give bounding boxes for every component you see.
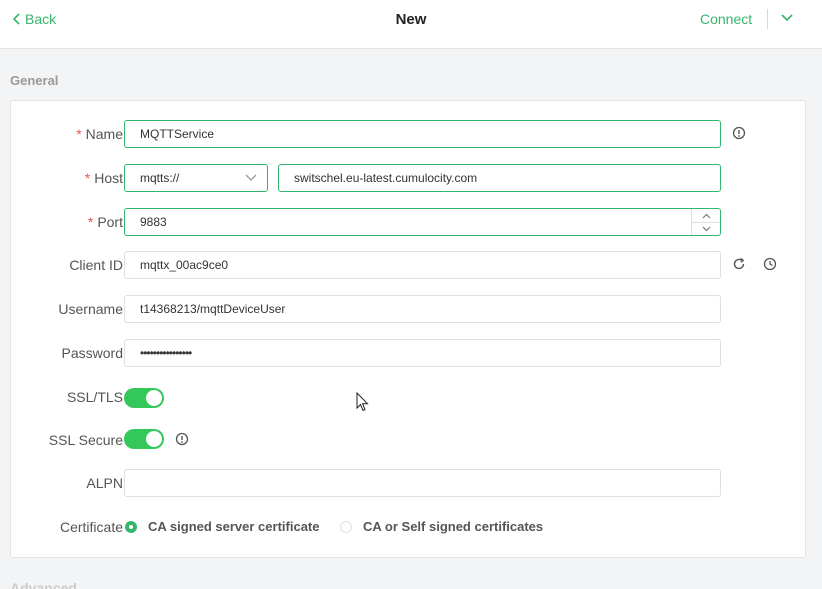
general-settings-card: * Name MQTTService * Host mqtts:// switsch…	[10, 100, 806, 558]
required-mark: *	[87, 214, 94, 230]
host-input[interactable]: switschel.eu-latest.cumulocity.com	[278, 164, 721, 192]
certificate-label: Certificate	[59, 519, 123, 535]
clock-icon[interactable]	[763, 257, 777, 271]
password-input[interactable]: ••••••••••••••••	[124, 339, 721, 367]
next-section-title-clip: Advanced	[10, 580, 110, 589]
chevron-down-icon[interactable]	[780, 13, 794, 23]
chevron-up-icon	[702, 213, 710, 218]
radio-label-ca-signed[interactable]: CA signed server certificate	[148, 519, 319, 534]
name-input[interactable]: MQTTService	[124, 120, 721, 148]
page-title: New	[395, 11, 427, 28]
increment-button[interactable]	[692, 209, 720, 223]
username-label: Username	[58, 301, 123, 317]
username-input[interactable]: t14368213/mqttDeviceUser	[124, 295, 721, 323]
section-title-advanced: Advanced	[10, 580, 77, 589]
port-value: 9883	[140, 215, 167, 229]
ssl-secure-toggle[interactable]	[124, 429, 164, 449]
radio-ca-signed[interactable]	[125, 521, 137, 533]
ssl-tls-label: SSL/TLS	[66, 389, 123, 405]
required-mark: *	[76, 126, 82, 142]
header-divider	[767, 9, 768, 29]
ssl-secure-label: SSL Secure	[48, 432, 123, 448]
chevron-down-icon	[245, 174, 257, 181]
section-title-general: General	[10, 73, 59, 88]
mouse-cursor-icon	[356, 392, 369, 412]
host-label: * Host	[84, 170, 123, 186]
top-bar: Back New Connect	[0, 0, 822, 49]
decrement-button[interactable]	[692, 222, 720, 235]
chevron-down-icon	[702, 226, 710, 231]
port-input[interactable]: 9883	[124, 208, 721, 236]
alpn-label: ALPN	[86, 475, 123, 491]
radio-label-self-signed[interactable]: CA or Self signed certificates	[363, 519, 543, 534]
port-stepper	[691, 209, 720, 235]
alpn-input[interactable]	[124, 469, 721, 497]
protocol-select[interactable]: mqtts://	[124, 164, 268, 192]
toggle-knob	[146, 390, 162, 406]
protocol-value: mqtts://	[140, 171, 180, 185]
radio-self-signed[interactable]	[340, 521, 352, 533]
ssl-tls-toggle[interactable]	[124, 388, 164, 408]
client-id-input[interactable]: mqttx_00ac9ce0	[124, 251, 721, 279]
info-icon[interactable]	[175, 432, 189, 446]
password-label: Password	[61, 345, 123, 361]
refresh-icon[interactable]	[732, 257, 746, 271]
port-label: * Port	[87, 214, 123, 230]
toggle-knob	[146, 431, 162, 447]
required-mark: *	[84, 170, 91, 186]
info-icon[interactable]	[732, 126, 746, 140]
client-id-label: Client ID	[69, 257, 123, 273]
connect-button[interactable]: Connect	[700, 11, 752, 27]
name-label: * Name	[76, 126, 123, 142]
